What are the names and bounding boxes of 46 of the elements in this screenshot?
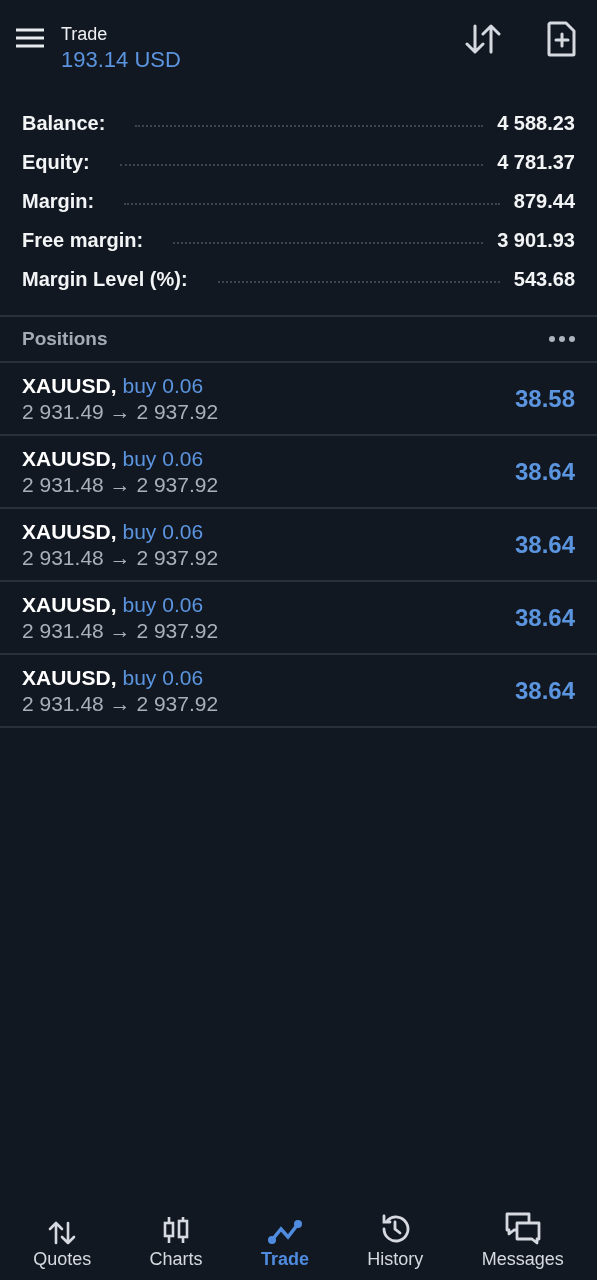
new-document-icon[interactable] <box>547 21 577 57</box>
position-profit: 38.64 <box>514 530 575 559</box>
menu-icon[interactable] <box>16 28 44 48</box>
position-prices: 2 931.48 → 2 937.92 <box>22 545 219 570</box>
position-profit: 38.64 <box>514 603 575 632</box>
nav-tab[interactable]: Trade <box>254 1200 315 1280</box>
position-profit: 38.58 <box>514 384 575 413</box>
position-symbol: XAUUSD, <box>22 665 117 690</box>
summary-label: Margin Level (%): <box>22 268 188 291</box>
account-balance: 193.14 USD <box>61 46 182 74</box>
nav-tab[interactable]: Messages <box>475 1200 570 1280</box>
summary-value: 4 588.23 <box>497 112 575 135</box>
candlestick-icon <box>162 1215 191 1245</box>
position-order: buy 0.06 <box>122 592 204 617</box>
position-order: buy 0.06 <box>122 373 204 398</box>
position-prices: 2 931.48 → 2 937.92 <box>22 691 219 716</box>
line-chart-icon <box>267 1219 302 1245</box>
chat-bubbles-icon <box>503 1211 542 1245</box>
nav-tab[interactable]: Quotes <box>27 1200 98 1280</box>
more-icon[interactable] <box>549 336 575 342</box>
summary-value: 3 901.93 <box>497 229 575 252</box>
nav-tab[interactable]: Charts <box>143 1200 209 1280</box>
position-order: buy 0.06 <box>122 519 204 544</box>
position-prices: 2 931.48 → 2 937.92 <box>22 472 219 497</box>
summary-label: Free margin: <box>22 229 144 252</box>
position-symbol: XAUUSD, <box>22 373 117 398</box>
summary-value: 4 781.37 <box>497 151 575 174</box>
position-symbol: XAUUSD, <box>22 592 117 617</box>
position-order: buy 0.06 <box>122 665 204 690</box>
summary-label: Balance: <box>22 112 106 135</box>
position-order: buy 0.06 <box>122 446 204 471</box>
screen-title: Trade <box>61 23 109 46</box>
position-profit: 38.64 <box>514 457 575 486</box>
nav-tab[interactable]: History <box>361 1200 430 1280</box>
section-title: Positions <box>22 328 108 350</box>
summary-label: Margin: <box>22 190 95 213</box>
position-profit: 38.64 <box>514 676 575 705</box>
summary-label: Equity: <box>22 151 90 174</box>
sort-icon[interactable] <box>465 23 501 55</box>
position-symbol: XAUUSD, <box>22 519 117 544</box>
position-symbol: XAUUSD, <box>22 446 117 471</box>
summary-value: 543.68 <box>513 268 575 291</box>
position-prices: 2 931.49 → 2 937.92 <box>22 399 219 424</box>
up-down-arrows-icon <box>48 1221 77 1245</box>
summary-value: 879.44 <box>513 190 575 213</box>
position-prices: 2 931.48 → 2 937.92 <box>22 618 219 643</box>
